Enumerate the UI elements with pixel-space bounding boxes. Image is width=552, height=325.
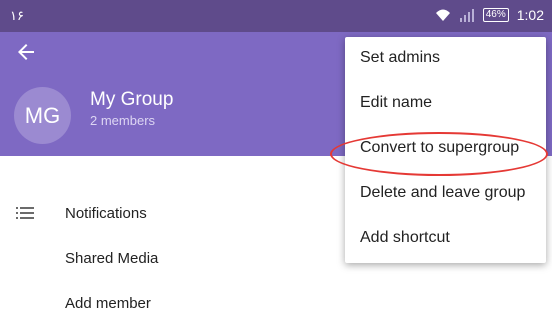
- group-avatar[interactable]: MG: [14, 87, 71, 144]
- menu-item-set-admins[interactable]: Set admins: [345, 37, 546, 81]
- wifi-icon: [435, 9, 450, 21]
- list-item-add-member[interactable]: Add member: [0, 281, 552, 325]
- list-item-label: Shared Media: [65, 249, 159, 267]
- signal-icon: [459, 9, 474, 22]
- list-icon: [16, 207, 34, 219]
- group-title: My Group: [90, 89, 174, 110]
- status-bar: ۱۶ 46% 1:02: [0, 0, 552, 32]
- list-item-label: Add member: [65, 294, 151, 312]
- status-right: 46% 1:02: [435, 7, 544, 23]
- menu-item-edit-name[interactable]: Edit name: [345, 82, 546, 126]
- menu-item-label: Set admins: [360, 49, 441, 66]
- status-left-text: ۱۶: [10, 8, 24, 23]
- menu-item-delete-and-leave-group[interactable]: Delete and leave group: [345, 172, 546, 216]
- list-item-label: Notifications: [65, 204, 147, 222]
- menu-item-add-shortcut[interactable]: Add shortcut: [345, 217, 546, 261]
- menu-item-label: Delete and leave group: [360, 184, 526, 201]
- highlight-circle: [330, 132, 548, 176]
- back-arrow-icon[interactable]: [14, 40, 38, 64]
- avatar-initials: MG: [24, 102, 61, 128]
- menu-item-label: Edit name: [360, 94, 433, 111]
- battery-indicator: 46%: [482, 8, 509, 22]
- clock: 1:02: [516, 7, 544, 23]
- group-member-count: 2 members: [90, 113, 156, 128]
- menu-item-label: Add shortcut: [360, 229, 450, 246]
